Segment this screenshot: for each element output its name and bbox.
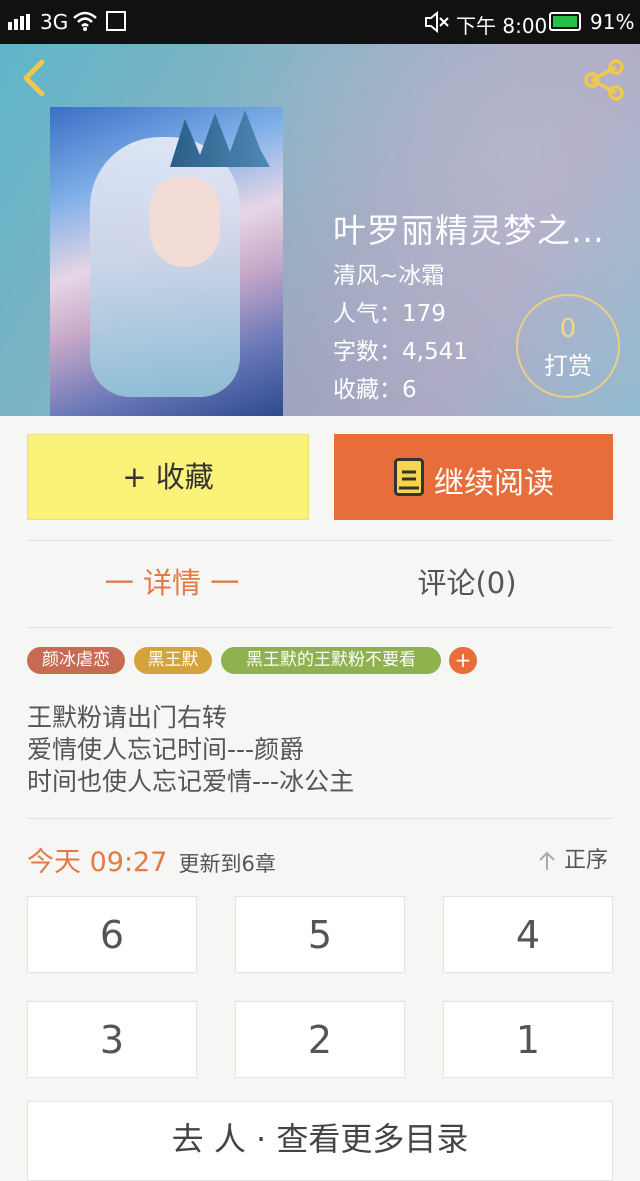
book-popularity: 人气：179 <box>333 301 446 327</box>
view-more-chapters-button[interactable]: 去 人 · 查看更多目录 <box>27 1101 613 1181</box>
update-time: 今天 09:27 <box>27 847 168 878</box>
chapter-button[interactable]: 1 <box>443 1001 613 1078</box>
tip-label: 打赏 <box>544 352 592 380</box>
divider <box>27 818 613 819</box>
book-icon <box>394 458 424 496</box>
network-type: 3G <box>40 10 69 34</box>
chapter-button[interactable]: 6 <box>27 896 197 973</box>
chapter-button[interactable]: 2 <box>235 1001 405 1078</box>
continue-reading-button[interactable]: 继续阅读 <box>334 434 613 520</box>
tag-item[interactable]: 颜冰虐恋 <box>27 647 125 674</box>
book-header: 叶罗丽精灵梦之… 清风~冰霜 人气：179 字数：4,541 收藏：6 0 打赏 <box>0 44 640 416</box>
add-favorite-button[interactable]: + 收藏 <box>27 434 309 520</box>
arrow-up-icon <box>539 851 555 870</box>
tab-comments[interactable]: 评论(0) <box>322 560 612 602</box>
description-line: 王默粉请出门右转 <box>27 703 228 732</box>
image-notification-icon <box>106 11 126 31</box>
sort-order-label: 正序 <box>564 848 609 873</box>
update-info: 今天 09:27 更新到6章 <box>27 840 276 879</box>
battery-percent: 91% <box>590 10 635 34</box>
book-cover-image[interactable] <box>50 107 283 416</box>
wifi-icon <box>73 11 97 31</box>
book-word-count: 字数：4,541 <box>333 339 468 365</box>
divider <box>27 627 613 628</box>
continue-reading-label: 继续阅读 <box>434 466 554 501</box>
chapter-button[interactable]: 5 <box>235 896 405 973</box>
mute-icon <box>425 10 449 34</box>
sort-order-button[interactable]: 正序 <box>537 842 608 874</box>
status-bar: 3G 下午 8:00 91% <box>0 0 640 44</box>
share-icon[interactable] <box>580 58 628 102</box>
tip-count: 0 <box>559 314 577 344</box>
update-text: 更新到6章 <box>178 852 276 876</box>
tip-button[interactable]: 0 打赏 <box>516 294 620 398</box>
book-favorites: 收藏：6 <box>333 377 417 403</box>
book-author[interactable]: 清风~冰霜 <box>333 256 444 290</box>
back-icon[interactable] <box>16 58 52 98</box>
divider <box>27 540 613 541</box>
add-tag-button[interactable]: + <box>449 647 477 674</box>
battery-icon <box>549 12 581 31</box>
chapter-button[interactable]: 4 <box>443 896 613 973</box>
tag-item[interactable]: 黑王默 <box>134 647 212 674</box>
tab-detail[interactable]: 一 详情 一 <box>27 560 317 602</box>
clock: 下午 8:00 <box>456 14 548 38</box>
tag-item[interactable]: 黑王默的王默粉不要看 <box>221 647 441 674</box>
description-line: 爱情使人忘记时间---颜爵 <box>27 735 305 764</box>
signal-icon <box>8 14 30 30</box>
chapter-button[interactable]: 3 <box>27 1001 197 1078</box>
book-title: 叶罗丽精灵梦之… <box>333 211 605 250</box>
book-description: 王默粉请出门右转 爱情使人忘记时间---颜爵 时间也使人忘记爱情---冰公主 <box>27 702 354 798</box>
description-line: 时间也使人忘记爱情---冰公主 <box>27 767 355 796</box>
